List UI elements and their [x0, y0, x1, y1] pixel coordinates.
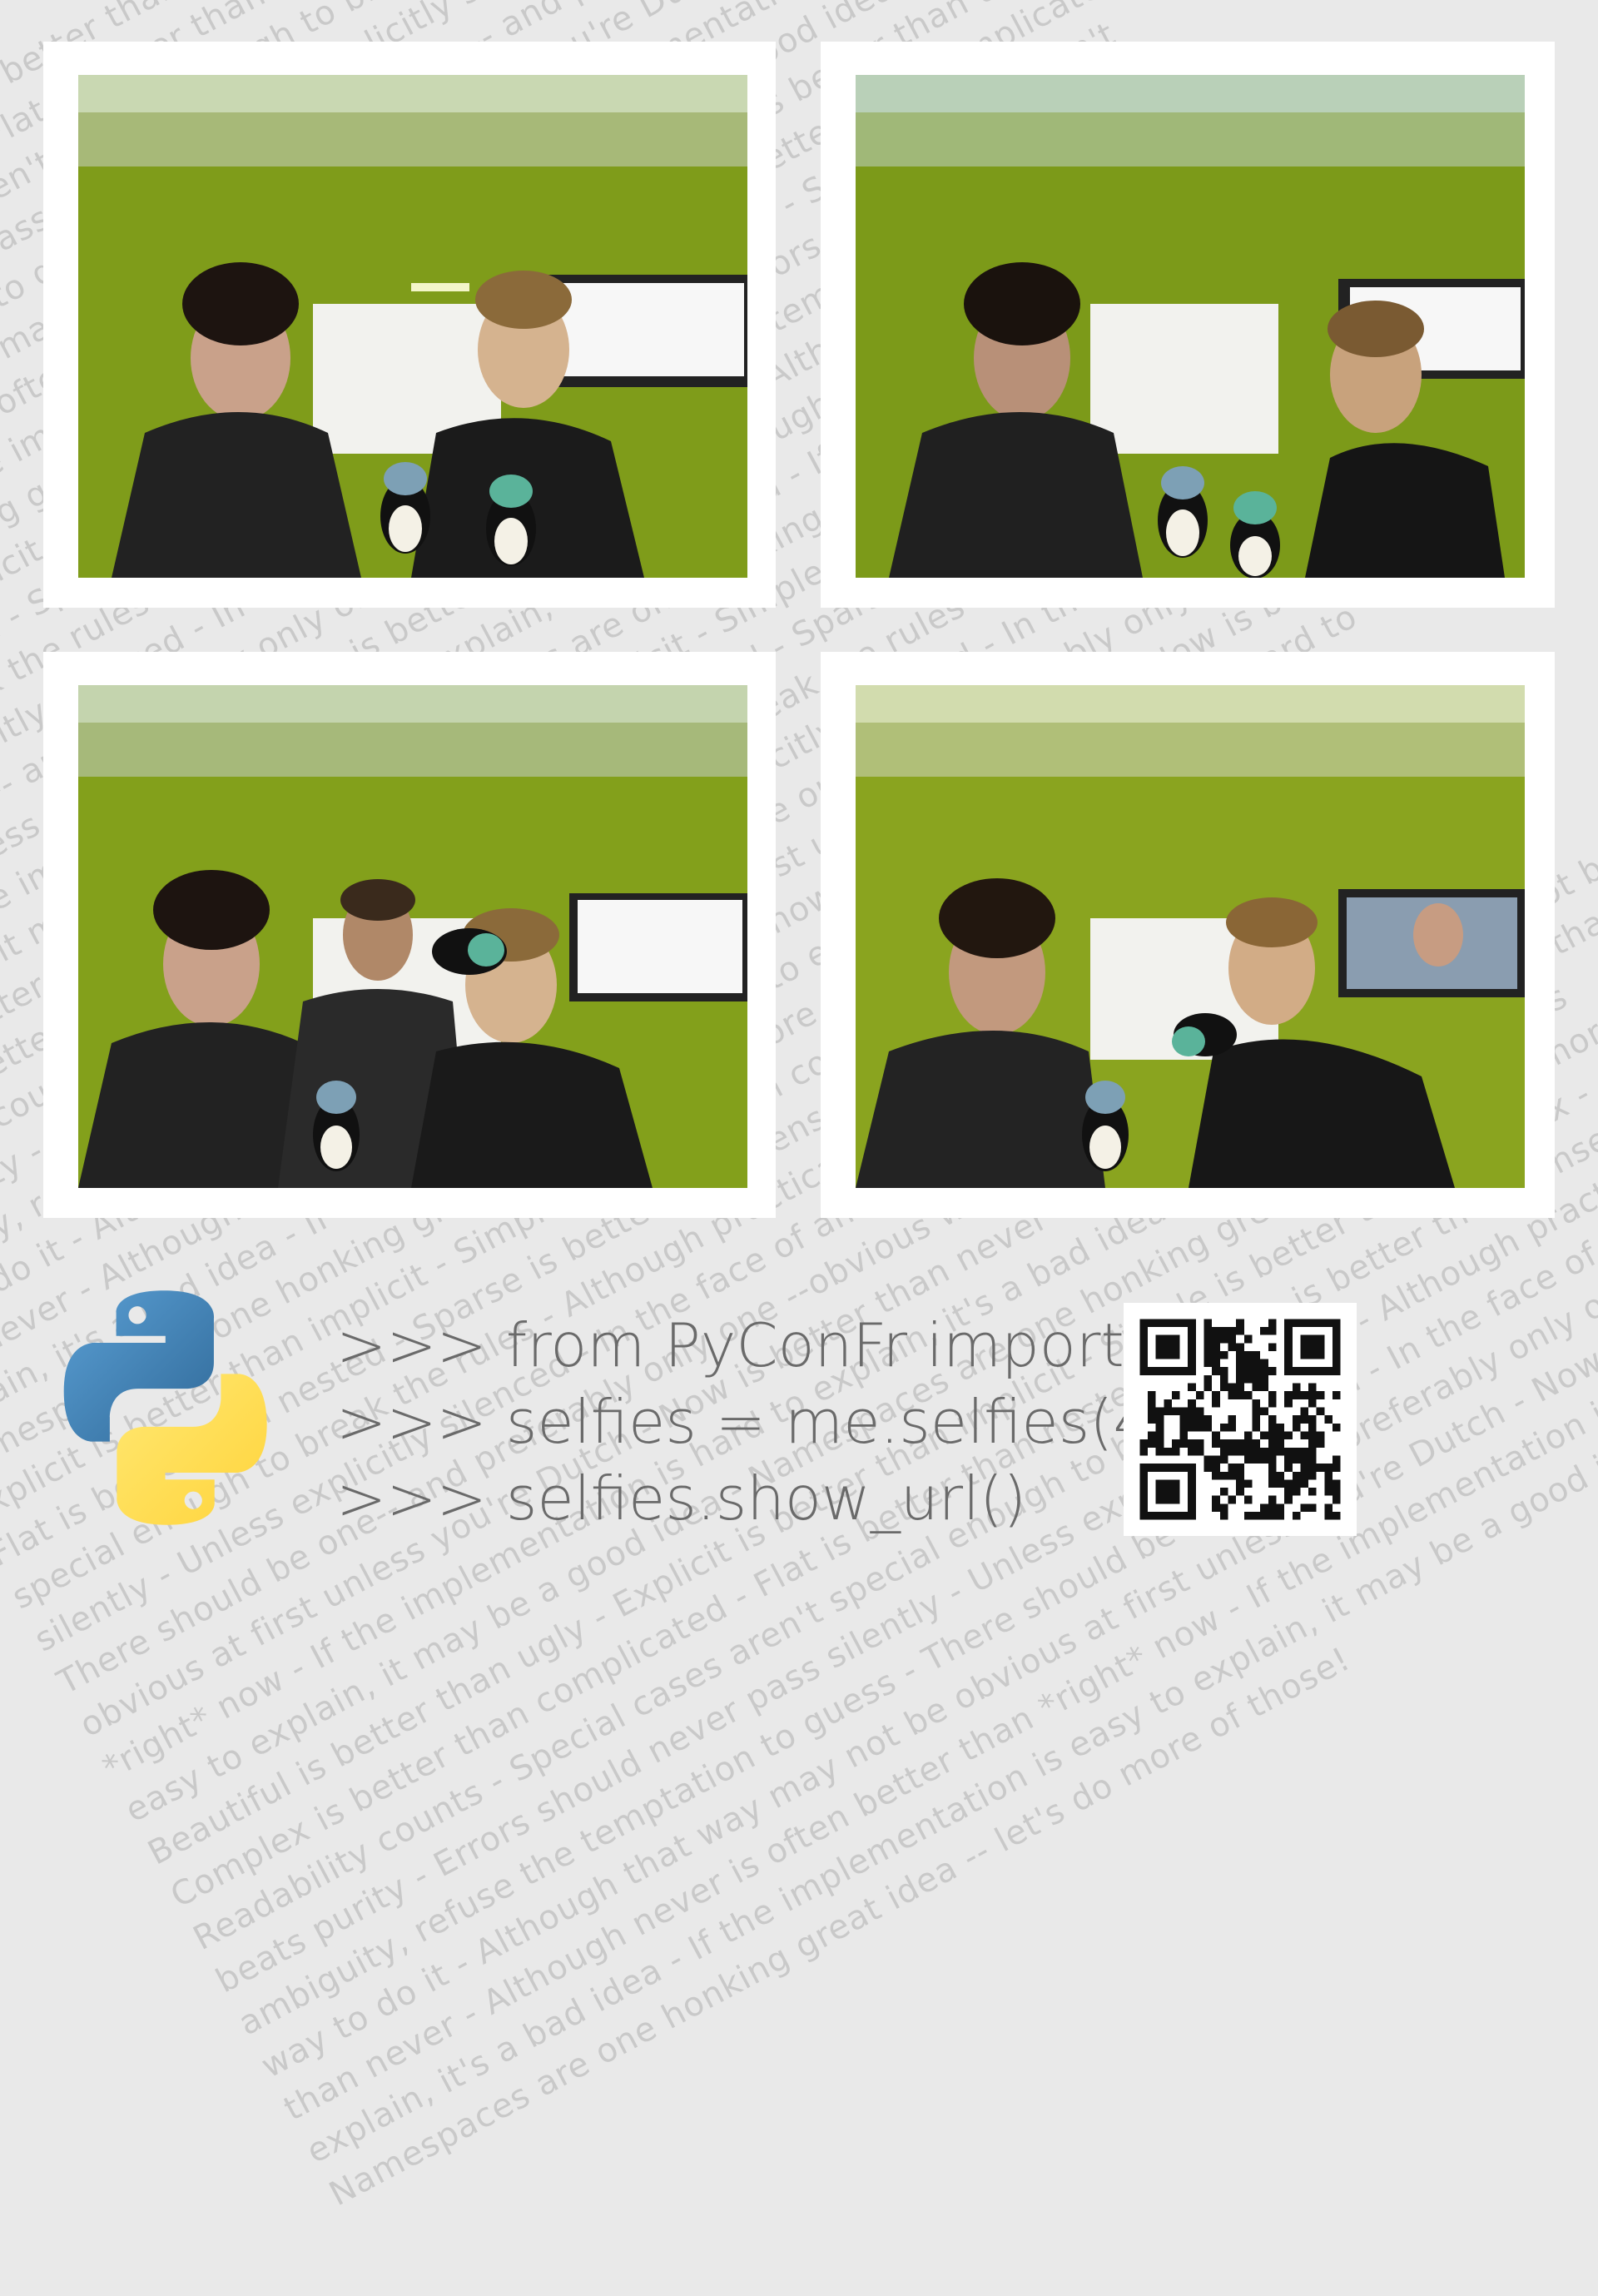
code-line-2: >>> selfies = me.selfies(4): [336, 1387, 1175, 1457]
selfie-frame-1: [43, 42, 776, 608]
selfie-image-1: [78, 75, 747, 578]
selfie-frame-4: [821, 652, 1555, 1218]
selfie-photo-3: [78, 685, 747, 1188]
selfie-frame-3: [43, 652, 776, 1218]
selfie-image-2: [856, 75, 1525, 578]
code-line-3: >>> selfies.show_url(): [336, 1464, 1027, 1533]
selfie-image-3: [78, 685, 747, 1188]
qr-code-icon[interactable]: [1124, 1303, 1357, 1536]
code-block: >>> from PyConFr import me >>> selfies =…: [336, 1307, 1238, 1537]
selfie-image-4: [856, 685, 1525, 1188]
selfie-photo-4: [856, 685, 1525, 1188]
selfie-frame-2: [821, 42, 1555, 608]
python-logo-icon: [43, 1286, 286, 1529]
code-line-1: >>> from PyConFr import me: [336, 1310, 1239, 1380]
selfie-photo-2: [856, 75, 1525, 578]
selfie-photo-1: [78, 75, 747, 578]
